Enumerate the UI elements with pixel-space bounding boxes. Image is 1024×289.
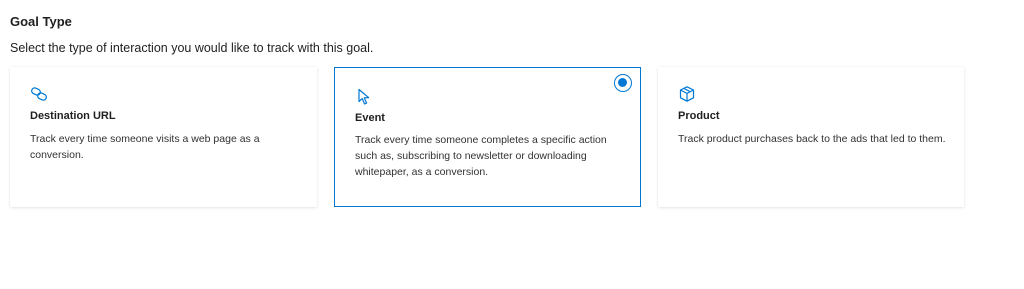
card-description: Track product purchases back to the ads …: [678, 133, 946, 145]
card-description: Track every time someone visits a web pa…: [30, 133, 260, 161]
card-title: Destination URL: [30, 110, 116, 122]
section-title: Goal Type: [10, 14, 72, 29]
card-title: Event: [355, 112, 385, 124]
goal-option-destination-url[interactable]: Destination URL Track every time someone…: [10, 67, 317, 207]
goal-type-section: Goal Type Select the type of interaction…: [0, 0, 1024, 289]
card-title: Product: [678, 110, 720, 122]
radio-dot: [618, 78, 627, 87]
goal-option-event[interactable]: Event Track every time someone completes…: [334, 67, 641, 207]
cursor-pointer-icon: [356, 88, 374, 106]
box-icon: [678, 85, 696, 103]
goal-option-product[interactable]: Product Track product purchases back to …: [658, 67, 964, 207]
selected-radio[interactable]: [614, 74, 632, 92]
card-description: Track every time someone completes a spe…: [355, 134, 607, 178]
section-description: Select the type of interaction you would…: [10, 41, 374, 55]
link-icon: [30, 85, 48, 103]
